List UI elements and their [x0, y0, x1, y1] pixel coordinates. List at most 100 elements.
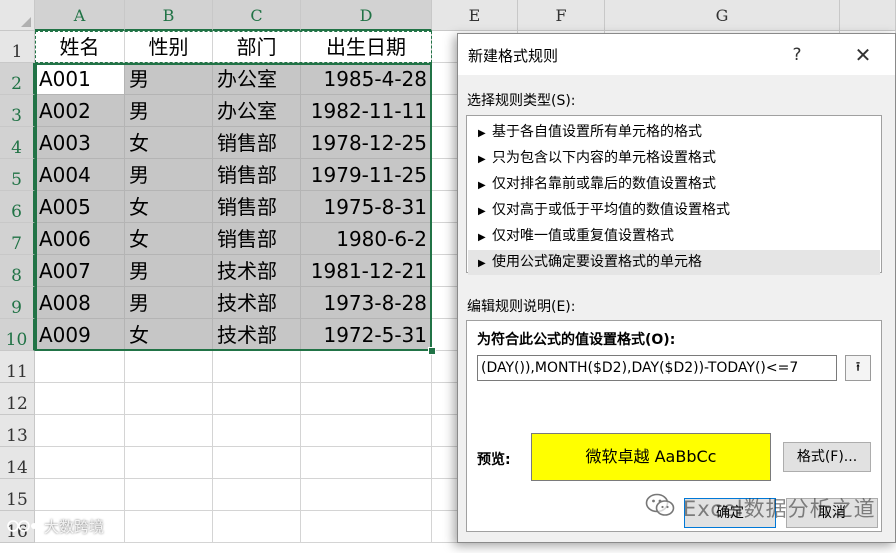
- table-cell[interactable]: A008: [35, 287, 125, 319]
- table-header-cell[interactable]: 性别: [125, 31, 213, 63]
- row-header-5[interactable]: 5: [0, 159, 35, 191]
- row-header-7[interactable]: 7: [0, 223, 35, 255]
- table-header-cell[interactable]: 姓名: [35, 31, 125, 63]
- row-header-2[interactable]: 2: [0, 63, 35, 95]
- table-cell[interactable]: 男: [125, 159, 213, 191]
- table-cell[interactable]: 销售部: [213, 127, 301, 159]
- empty-cell[interactable]: [213, 383, 301, 415]
- table-cell[interactable]: 1982-11-11: [301, 95, 432, 127]
- table-cell[interactable]: A005: [35, 191, 125, 223]
- empty-cell[interactable]: [301, 511, 432, 543]
- empty-cell[interactable]: [35, 447, 125, 479]
- row-header-10[interactable]: 10: [0, 319, 35, 351]
- row-header-15[interactable]: 15: [0, 479, 35, 511]
- empty-cell[interactable]: [35, 479, 125, 511]
- column-header-c[interactable]: C: [213, 0, 301, 31]
- format-button[interactable]: 格式(F)...: [783, 442, 871, 472]
- table-cell[interactable]: A002: [35, 95, 125, 127]
- table-cell[interactable]: 1985-4-28: [301, 63, 432, 95]
- table-cell[interactable]: A006: [35, 223, 125, 255]
- rule-type-list[interactable]: ▶ 基于各自值设置所有单元格的格式 ▶ 只为包含以下内容的单元格设置格式 ▶ 仅对排名靠前…: [466, 115, 882, 275]
- empty-cell[interactable]: [213, 351, 301, 383]
- empty-cell[interactable]: [213, 415, 301, 447]
- row-header-13[interactable]: 13: [0, 415, 35, 447]
- empty-cell[interactable]: [35, 383, 125, 415]
- row-header-9[interactable]: 9: [0, 287, 35, 319]
- table-cell[interactable]: A007: [35, 255, 125, 287]
- table-cell[interactable]: 技术部: [213, 319, 301, 351]
- empty-cell[interactable]: [125, 415, 213, 447]
- table-cell[interactable]: 女: [125, 319, 213, 351]
- table-cell[interactable]: 销售部: [213, 223, 301, 255]
- rule-type-item[interactable]: ▶ 仅对唯一值或重复值设置格式: [468, 224, 880, 249]
- table-cell[interactable]: A001: [35, 63, 125, 95]
- table-cell[interactable]: 办公室: [213, 63, 301, 95]
- row-header-1[interactable]: 1: [0, 31, 35, 63]
- table-cell[interactable]: 男: [125, 95, 213, 127]
- empty-cell[interactable]: [301, 415, 432, 447]
- empty-cell[interactable]: [35, 351, 125, 383]
- table-cell[interactable]: 销售部: [213, 159, 301, 191]
- close-icon[interactable]: ✕: [848, 42, 878, 68]
- table-cell[interactable]: 技术部: [213, 287, 301, 319]
- rule-type-item[interactable]: ▶ 仅对高于或低于平均值的数值设置格式: [468, 198, 880, 223]
- row-header-14[interactable]: 14: [0, 447, 35, 479]
- table-cell[interactable]: A009: [35, 319, 125, 351]
- table-header-cell[interactable]: 出生日期: [301, 31, 432, 63]
- table-cell[interactable]: A003: [35, 127, 125, 159]
- fill-handle[interactable]: [428, 347, 436, 355]
- empty-cell[interactable]: [125, 511, 213, 543]
- column-header-f[interactable]: F: [518, 0, 605, 31]
- empty-cell[interactable]: [301, 383, 432, 415]
- select-all-corner[interactable]: [0, 0, 35, 31]
- column-header-g[interactable]: G: [605, 0, 840, 31]
- table-cell[interactable]: 女: [125, 223, 213, 255]
- table-cell[interactable]: 技术部: [213, 255, 301, 287]
- row-header-6[interactable]: 6: [0, 191, 35, 223]
- row-header-11[interactable]: 11: [0, 351, 35, 383]
- empty-cell[interactable]: [125, 383, 213, 415]
- empty-cell[interactable]: [301, 447, 432, 479]
- help-button[interactable]: ?: [782, 42, 812, 68]
- rule-type-item[interactable]: ▶ 只为包含以下内容的单元格设置格式: [468, 146, 880, 171]
- table-cell[interactable]: 女: [125, 127, 213, 159]
- table-cell[interactable]: A004: [35, 159, 125, 191]
- empty-cell[interactable]: [35, 415, 125, 447]
- empty-cell[interactable]: [301, 351, 432, 383]
- table-cell[interactable]: 男: [125, 287, 213, 319]
- table-cell[interactable]: 1978-12-25: [301, 127, 432, 159]
- table-cell[interactable]: 1979-11-25: [301, 159, 432, 191]
- empty-cell[interactable]: [125, 479, 213, 511]
- table-cell[interactable]: 1972-5-31: [301, 319, 432, 351]
- row-header-4[interactable]: 4: [0, 127, 35, 159]
- rule-type-item[interactable]: ▶ 仅对排名靠前或靠后的数值设置格式: [468, 172, 880, 197]
- empty-cell[interactable]: [301, 479, 432, 511]
- empty-cell[interactable]: [213, 511, 301, 543]
- column-header-blank[interactable]: [840, 0, 896, 31]
- column-header-d[interactable]: D: [301, 0, 432, 31]
- rule-type-item[interactable]: ▶ 基于各自值设置所有单元格的格式: [468, 120, 880, 145]
- table-cell[interactable]: 女: [125, 191, 213, 223]
- table-cell[interactable]: 办公室: [213, 95, 301, 127]
- empty-cell[interactable]: [213, 447, 301, 479]
- table-cell[interactable]: 男: [125, 63, 213, 95]
- table-cell[interactable]: 1981-12-21: [301, 255, 432, 287]
- row-header-12[interactable]: 12: [0, 383, 35, 415]
- column-header-e[interactable]: E: [432, 0, 518, 31]
- table-cell[interactable]: 1980-6-2: [301, 223, 432, 255]
- row-header-3[interactable]: 3: [0, 95, 35, 127]
- column-header-b[interactable]: B: [125, 0, 213, 31]
- empty-cell[interactable]: [125, 351, 213, 383]
- rule-type-item[interactable]: ▶ 使用公式确定要设置格式的单元格: [468, 250, 880, 275]
- column-header-a[interactable]: A: [35, 0, 125, 31]
- row-header-8[interactable]: 8: [0, 255, 35, 287]
- table-cell[interactable]: 1975-8-31: [301, 191, 432, 223]
- table-cell[interactable]: 1973-8-28: [301, 287, 432, 319]
- formula-input[interactable]: [477, 355, 837, 381]
- empty-cell[interactable]: [213, 479, 301, 511]
- table-header-cell[interactable]: 部门: [213, 31, 301, 63]
- table-cell[interactable]: 销售部: [213, 191, 301, 223]
- empty-cell[interactable]: [125, 447, 213, 479]
- collapse-dialog-button[interactable]: ⭱: [845, 355, 871, 381]
- table-cell[interactable]: 男: [125, 255, 213, 287]
